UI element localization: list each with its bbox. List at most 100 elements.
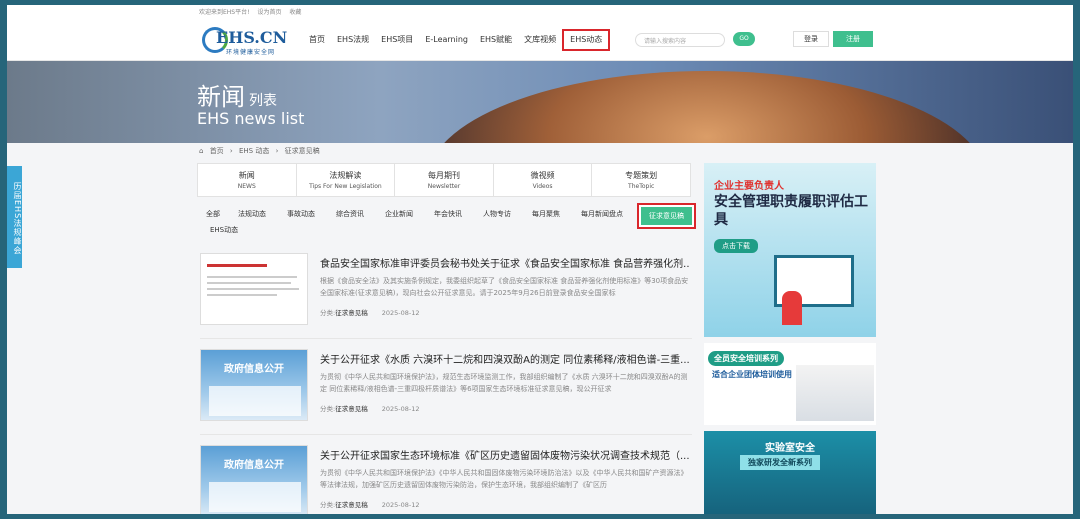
article-category[interactable]: 征求意见稿 <box>335 501 368 509</box>
search-placeholder: 请输入搜索内容 <box>644 38 687 45</box>
nav-home[interactable]: 首页 <box>303 29 331 51</box>
nav-ehs-news[interactable]: EHS动态 <box>562 29 611 51</box>
tab-sublabel: NEWS <box>237 183 256 190</box>
welcome-text: 欢迎来到EHS平台! <box>199 9 250 16</box>
tab-newsletter[interactable]: 每月期刊 Newsletter <box>395 164 494 196</box>
nav-library-video[interactable]: 文库视频 <box>518 29 562 51</box>
banner-image <box>427 71 987 143</box>
main-nav: 首页 EHS法规 EHS项目 E-Learning EHS赋能 文库视频 EHS… <box>303 29 611 51</box>
ad1-download-button[interactable]: 点击下载 <box>714 239 758 253</box>
article-date: 2025-08-12 <box>381 309 420 317</box>
filter-company-news[interactable]: 企业新闻 <box>385 209 413 219</box>
filter-general-info[interactable]: 综合资讯 <box>336 209 364 219</box>
list-item[interactable]: 政府信息公开 关于公开征求《水质 六溴环十二烷和四溴双酚A的测定 同位素稀释/液… <box>200 347 692 435</box>
breadcrumb: ⌂ 首页 › EHS 动态 › 征求意见稿 <box>199 146 324 156</box>
list-item[interactable]: 食品安全国家标准审评委员会秘书处关于征求《食品安全国家标准 食品营养强化剂...… <box>200 251 692 339</box>
filter-annual-meeting[interactable]: 年会快讯 <box>434 209 462 219</box>
ad-responsibility-tool[interactable]: 企业主要负责人 安全管理职责履职评估工具 点击下载 <box>704 163 876 337</box>
nav-ehs-projects[interactable]: EHS项目 <box>375 29 419 51</box>
site-logo[interactable]: EHS.CN 环境健康安全网 <box>202 25 292 57</box>
ad1-person-illustration <box>782 291 802 325</box>
article-thumbnail[interactable]: 政府信息公开 <box>200 445 308 514</box>
tab-videos[interactable]: 微视频 Videos <box>494 164 593 196</box>
article-date: 2025-08-12 <box>381 501 420 509</box>
thumb-gov-text: 政府信息公开 <box>224 364 284 375</box>
tab-topic[interactable]: 专题策划 TheTopic <box>592 164 690 196</box>
article-date: 2025-08-12 <box>381 405 420 413</box>
filter-interviews[interactable]: 人物专访 <box>483 209 511 219</box>
filter-regulation-news[interactable]: 法规动态 <box>238 209 266 219</box>
list-item[interactable]: 政府信息公开 关于公开征求国家生态环境标准《矿区历史遗留固体废物污染状况调查技术… <box>200 443 692 514</box>
article-category[interactable]: 征求意见稿 <box>335 405 368 413</box>
thumb-doc-header <box>207 264 267 267</box>
tab-sublabel: TheTopic <box>628 183 655 190</box>
article-meta: 分类:征求意见稿 2025-08-12 <box>320 499 419 509</box>
tab-news[interactable]: 新闻 NEWS <box>198 164 297 196</box>
tab-sublabel: Tips For New Legislation <box>309 183 382 190</box>
crumb-sep: › <box>275 147 279 155</box>
tab-label: 专题策划 <box>625 171 658 180</box>
article-title[interactable]: 关于公开征求《水质 六溴环十二烷和四溴双酚A的测定 同位素稀释/液相色谱-三重.… <box>320 351 690 366</box>
filter-ehs-news[interactable]: EHS动态 <box>210 225 238 235</box>
filter-draft-for-comments[interactable]: 征求意见稿 <box>637 203 696 229</box>
article-meta: 分类:征求意见稿 2025-08-12 <box>320 403 419 413</box>
article-thumbnail[interactable] <box>200 253 308 325</box>
category-tabs: 新闻 NEWS 法规解读 Tips For New Legislation 每月期刊… <box>197 163 691 197</box>
filter-accident-news[interactable]: 事故动态 <box>287 209 315 219</box>
ad-lab-safety[interactable]: 实验室安全 独家研发全新系列 <box>704 431 876 514</box>
search-go-button[interactable]: GO <box>733 32 755 46</box>
ad3-title: 实验室安全 <box>765 443 815 454</box>
home-icon[interactable]: ⌂ <box>199 147 203 155</box>
tab-sublabel: Newsletter <box>427 183 461 190</box>
site-header: EHS.CN 环境健康安全网 首页 EHS法规 EHS项目 E-Learning… <box>7 19 1073 61</box>
thumb-gov-text: 政府信息公开 <box>224 460 284 471</box>
nav-ehs-empower[interactable]: EHS赋能 <box>474 29 518 51</box>
crumb-home[interactable]: 首页 <box>210 147 224 155</box>
set-homepage-link[interactable]: 设为首页 <box>257 9 281 16</box>
article-category[interactable]: 征求意见稿 <box>335 309 368 317</box>
filter-monthly-focus[interactable]: 每月聚焦 <box>532 209 560 219</box>
crumb-ehs-news[interactable]: EHS 动态 <box>239 147 269 155</box>
ad2-group-illustration <box>796 365 874 421</box>
nav-ehs-regulations[interactable]: EHS法规 <box>331 29 375 51</box>
ad1-tag: 企业主要负责人 <box>714 181 784 192</box>
thumb-line <box>207 276 297 278</box>
ad2-text: 适合企业团体培训使用 <box>712 370 792 379</box>
article-summary: 为贯彻《中华人民共和国环境保护法》《中华人民共和国固体废物污染环境防治法》以及《… <box>320 469 688 489</box>
tab-label: 微视频 <box>530 171 555 180</box>
ad2-tag: 全员安全培训系列 <box>708 351 784 366</box>
article-title[interactable]: 食品安全国家标准审评委员会秘书处关于征求《食品安全国家标准 食品营养强化剂... <box>320 255 690 270</box>
login-button[interactable]: 登录 <box>793 31 829 47</box>
thumb-panel <box>209 482 301 512</box>
browser-frame: 欢迎来到EHS平台! 设为首页 收藏 EHS.CN 环境健康安全网 首页 EHS… <box>7 5 1073 514</box>
crumb-current: 征求意见稿 <box>284 147 320 155</box>
tab-label: 每月期刊 <box>427 171 460 180</box>
ad3-tag: 独家研发全新系列 <box>740 455 820 470</box>
filter-all[interactable]: 全部 <box>206 209 220 219</box>
article-summary: 根据《食品安全法》及其实施条例规定，我委组织起草了《食品安全国家标准 食品营养强… <box>320 277 689 297</box>
category-label: 分类: <box>320 405 336 413</box>
ad-safety-training[interactable]: 全员安全培训系列 适合企业团体培训使用 <box>704 343 876 425</box>
tab-sublabel: Videos <box>532 183 553 190</box>
category-label: 分类: <box>320 309 336 317</box>
banner-title-small: 列表 <box>249 93 277 109</box>
logo-word: EHS.CN <box>216 28 288 47</box>
nav-elearning[interactable]: E-Learning <box>419 29 474 51</box>
top-links: 欢迎来到EHS平台! 设为首页 收藏 <box>199 7 307 16</box>
filter-monthly-roundup[interactable]: 每月新闻盘点 <box>581 209 623 219</box>
bookmark-link[interactable]: 收藏 <box>289 9 301 16</box>
article-meta: 分类:征求意见稿 2025-08-12 <box>320 307 419 317</box>
thumb-line <box>207 282 291 284</box>
thumb-line <box>207 294 277 296</box>
ad1-title: 安全管理职责履职评估工具 <box>714 194 868 228</box>
search-input[interactable]: 请输入搜索内容 <box>635 33 725 47</box>
article-summary: 为贯彻《中华人民共和国环境保护法》，规范生态环境监测工作，我部组织编制了《水质 … <box>320 373 688 393</box>
tab-regulation-interpretation[interactable]: 法规解读 Tips For New Legislation <box>297 164 396 196</box>
page-banner: 新闻 列表 EHS news list <box>7 61 1073 143</box>
article-title[interactable]: 关于公开征求国家生态环境标准《矿区历史遗留固体废物污染状况调查技术规范（... <box>320 447 690 462</box>
register-button[interactable]: 注册 <box>833 31 873 47</box>
side-summit-tab[interactable]: 历届EHS法规峰会 <box>7 166 22 268</box>
article-thumbnail[interactable]: 政府信息公开 <box>200 349 308 421</box>
tab-label: 法规解读 <box>329 171 362 180</box>
thumb-panel <box>209 386 301 416</box>
